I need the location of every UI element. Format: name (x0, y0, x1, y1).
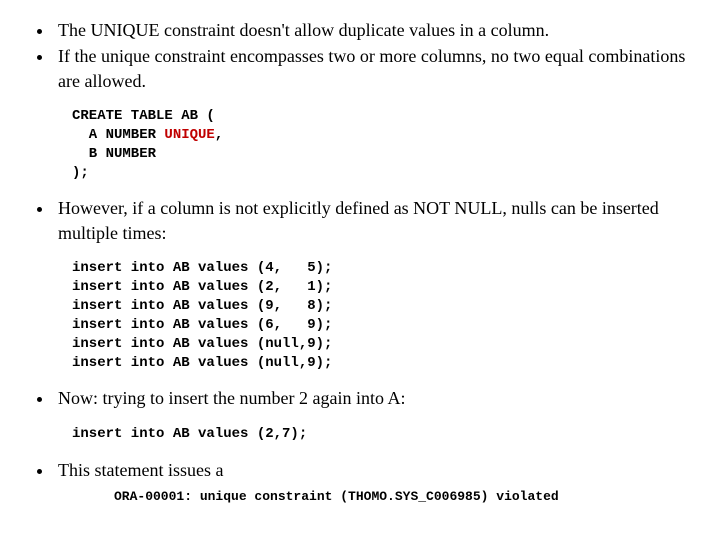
code-line: insert into AB values (null,9); (72, 336, 332, 352)
code-block-inserts: insert into AB values (4, 5); insert int… (72, 259, 692, 372)
code-line: B NUMBER (72, 146, 156, 162)
bullet-item: This statement issues a (54, 458, 692, 482)
bullet-item: However, if a column is not explicitly d… (54, 196, 692, 245)
code-block-create-table: CREATE TABLE AB ( A NUMBER UNIQUE, B NUM… (72, 107, 692, 183)
bullet-list: Now: trying to insert the number 2 again… (28, 386, 692, 410)
error-text: ORA-00001: unique constraint (THOMO.SYS_… (114, 489, 559, 504)
code-line: insert into AB values (9, 8); (72, 298, 332, 314)
code-line: insert into AB values (2,7); (72, 426, 307, 442)
code-line: CREATE TABLE AB ( (72, 108, 215, 124)
code-block-insert-dup: insert into AB values (2,7); (72, 425, 692, 444)
code-line: insert into AB values (null,9); (72, 355, 332, 371)
code-line: insert into AB values (4, 5); (72, 260, 332, 276)
code-line: A NUMBER UNIQUE, (72, 127, 223, 143)
bullet-text: If the unique constraint encompasses two… (58, 46, 685, 90)
code-text: , (215, 127, 223, 143)
code-line: insert into AB values (6, 9); (72, 317, 332, 333)
code-line: insert into AB values (2, 1); (72, 279, 332, 295)
bullet-text: This statement issues a (58, 460, 223, 480)
document-page: The UNIQUE constraint doesn't allow dupl… (0, 0, 720, 529)
bullet-item: Now: trying to insert the number 2 again… (54, 386, 692, 410)
bullet-list: This statement issues a (28, 458, 692, 482)
code-block-error: ORA-00001: unique constraint (THOMO.SYS_… (114, 488, 692, 506)
bullet-item: The UNIQUE constraint doesn't allow dupl… (54, 18, 692, 42)
bullet-text: However, if a column is not explicitly d… (58, 198, 659, 242)
keyword-unique: UNIQUE (164, 127, 214, 143)
bullet-list: However, if a column is not explicitly d… (28, 196, 692, 245)
bullet-list: The UNIQUE constraint doesn't allow dupl… (28, 18, 692, 93)
code-text: A NUMBER (72, 127, 164, 143)
bullet-text: The UNIQUE constraint doesn't allow dupl… (58, 20, 549, 40)
bullet-text: Now: trying to insert the number 2 again… (58, 388, 405, 408)
bullet-item: If the unique constraint encompasses two… (54, 44, 692, 93)
code-line: ); (72, 165, 89, 181)
